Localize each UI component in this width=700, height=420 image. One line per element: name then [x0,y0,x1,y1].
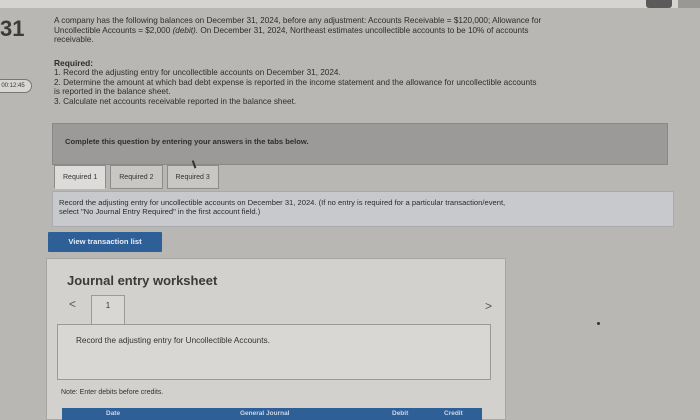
problem-line-2b: On December 31, 2024, Northeast estimate… [198,25,529,35]
column-header-debit: Debit [392,410,409,417]
column-header-general-journal: General Journal [240,410,290,417]
worksheet-description: Record the adjusting entry for Uncollect… [76,336,270,345]
instruction-banner: Complete this question by entering your … [52,123,668,165]
problem-line-2a: Uncollectible Accounts = $2,000 [54,25,173,35]
instruction-line-1: Record the adjusting entry for uncollect… [59,198,506,207]
column-header-date: Date [106,410,121,417]
banner-text: Complete this question by entering your … [65,137,309,146]
journal-entry-worksheet: Journal entry worksheet < 1 > Record the… [46,258,506,420]
timer-badge: 00:12:45 [0,79,32,93]
required-item: 1. Record the adjusting entry for uncoll… [54,68,341,77]
problem-line-3: receivable. [54,35,94,44]
required-list: 1. Record the adjusting entry for uncoll… [54,68,674,106]
tab-instruction: Record the adjusting entry for uncollect… [52,191,674,227]
top-bar [0,0,700,8]
column-header-credit: Credit [444,410,463,417]
required-heading: Required: [54,58,94,68]
required-item: 2. Determine the amount at which bad deb… [54,77,537,87]
journal-table-header: Date General Journal Debit Credit [62,408,482,420]
top-bar-button-2[interactable] [678,0,700,8]
view-transaction-list-button[interactable]: View transaction list [48,232,162,252]
problem-line-2: Uncollectible Accounts = $2,000 (debit).… [54,26,674,36]
instruction-line-2: select "No Journal Entry Required" in th… [59,207,261,217]
worksheet-note: Note: Enter debits before credits. [61,389,164,396]
tab-required-1[interactable]: Required 1 [54,165,107,189]
required-item: is reported in the balance sheet. [54,87,171,96]
chevron-left-icon[interactable]: < [69,297,76,311]
top-bar-button[interactable] [646,0,672,8]
problem-line-1: A company has the following balances on … [54,16,542,25]
question-number: 31 [0,16,25,41]
tab-required-2[interactable]: Required 2 [110,165,163,189]
worksheet-description-box: Record the adjusting entry for Uncollect… [57,324,491,380]
problem-line-2-italic: (debit). [172,25,199,35]
tab-bar: Required 1 Required 2 Required 3 [54,165,223,191]
worksheet-page-tab[interactable]: 1 [91,295,125,325]
worksheet-title: Journal entry worksheet [67,273,218,288]
required-item: 3. Calculate net accounts receivable rep… [54,96,297,106]
tab-required-3[interactable]: Required 3 [166,165,219,189]
problem-statement: A company has the following balances on … [54,16,674,45]
chevron-right-icon[interactable]: > [485,299,492,313]
dot-mark [597,322,600,325]
